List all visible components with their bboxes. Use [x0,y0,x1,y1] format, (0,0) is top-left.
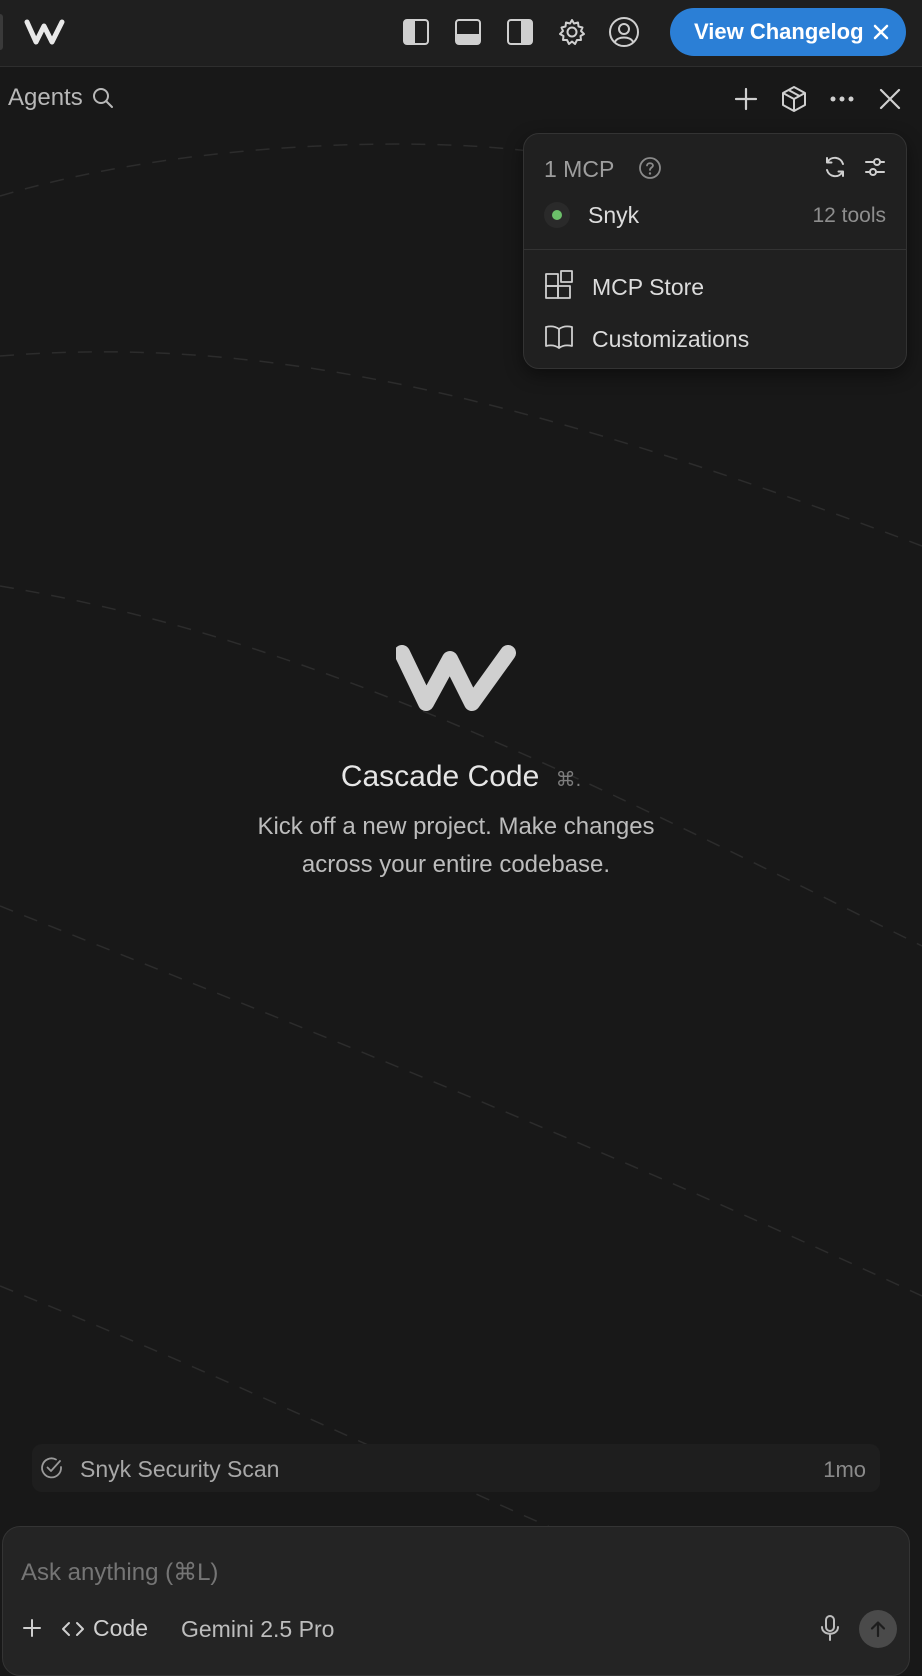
add-context-plus-icon[interactable] [17,1613,47,1643]
toggle-left-sidebar-icon[interactable] [399,15,433,49]
mcp-store-label: MCP Store [592,274,705,300]
hero-title: Cascade Code ⌘. [0,760,922,794]
help-icon[interactable] [638,156,662,180]
hero-subtitle-line-2: across your entire codebase. [301,851,611,878]
send-button[interactable] [859,1610,897,1648]
model-selector[interactable]: Gemini 2.5 Pro [181,1616,334,1643]
popup-divider [524,249,906,250]
check-circle-icon [40,1456,64,1480]
server-tools-count: 12 tools [812,204,886,227]
toggle-right-sidebar-icon[interactable] [503,15,537,49]
hero-shortcut: ⌘. [555,769,582,791]
new-conversation-plus-icon[interactable] [729,82,763,116]
mcp-server-row[interactable]: Snyk 12 tools [524,194,906,234]
view-changelog-label: View Changelog [694,19,864,44]
server-name: Snyk [588,202,640,228]
recent-conversation-title: Snyk Security Scan [80,1456,280,1482]
view-changelog-button[interactable]: View Changelog [670,8,906,56]
more-options-icon[interactable] [825,82,859,116]
arrow-up-icon [870,1621,886,1638]
mcp-store-item[interactable]: MCP Store [524,264,906,308]
recent-conversation-age: 1mo [823,1457,866,1482]
hero-title-cascade: Cascade [340,760,460,793]
hero-title-code: Code [467,760,540,793]
panel-title: Agents [8,84,83,111]
microphone-icon[interactable] [815,1613,845,1643]
book-icon [544,322,574,352]
mcp-popup: 1 MCP Snyk 12 tools MCP Store Customizat… [523,133,907,369]
close-panel-icon[interactable] [873,82,907,116]
chat-composer: Code Gemini 2.5 Pro [2,1526,910,1676]
panel-header: Agents [8,84,115,112]
hero-subtitle-line-1: Kick off a new project. Make changes [257,813,655,840]
customizations-item[interactable]: Customizations [524,316,906,360]
grid-plus-icon [544,270,574,300]
mcp-count-title: 1 MCP [544,156,615,182]
close-changelog-icon[interactable] [870,21,892,43]
mcp-settings-sliders-icon[interactable] [860,152,890,182]
status-dot [552,210,562,220]
search-icon[interactable] [91,86,115,110]
title-bar: View Changelog [0,0,922,67]
mode-selector[interactable]: Code [61,1615,148,1642]
refresh-icon[interactable] [820,152,850,182]
hero-subtitle: Kick off a new project. Make changes acr… [0,808,912,884]
windsurf-logo-icon[interactable] [24,18,68,46]
recent-conversation-item[interactable]: Snyk Security Scan 1mo [32,1444,880,1492]
chat-input[interactable] [21,1559,721,1587]
customizations-label: Customizations [592,326,750,352]
toggle-bottom-panel-icon[interactable] [451,15,485,49]
settings-gear-icon[interactable] [555,15,589,49]
code-brackets-icon [61,1619,85,1639]
windsurf-hero-logo-icon [396,645,516,715]
mcp-package-icon[interactable] [777,82,811,116]
mode-label: Code [93,1615,148,1641]
window-edge-handle [0,14,3,50]
account-avatar-icon[interactable] [607,15,641,49]
server-status-indicator [544,202,570,228]
